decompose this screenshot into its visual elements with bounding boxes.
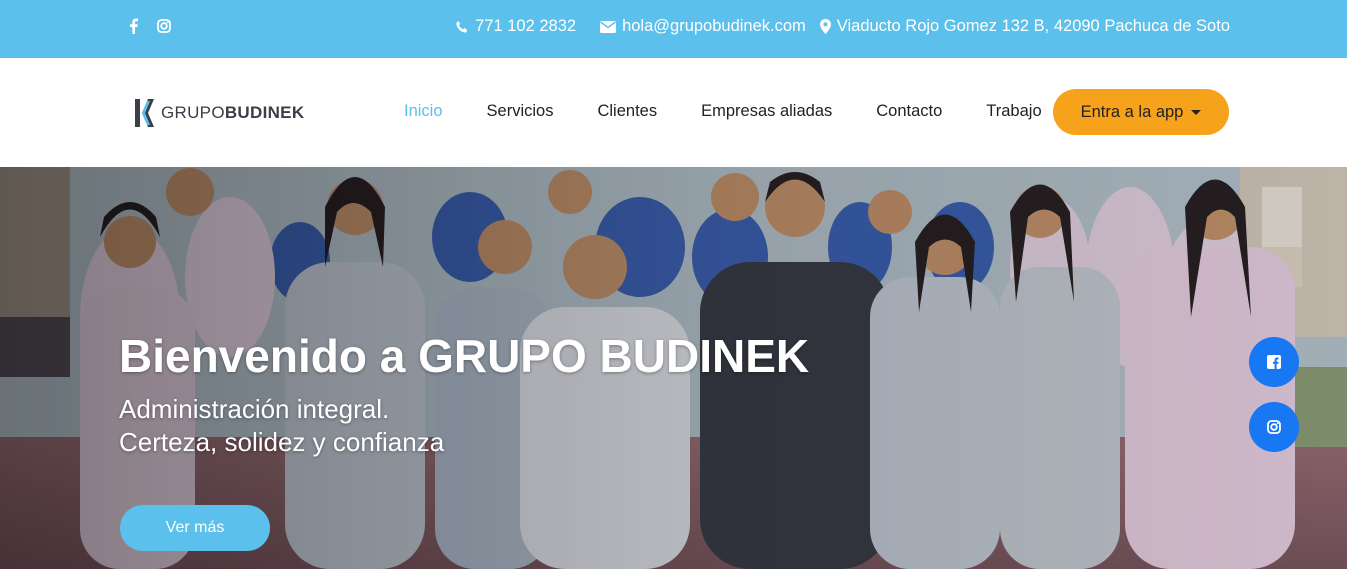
floating-facebook-button[interactable]	[1249, 337, 1299, 387]
ver-mas-button[interactable]: Ver más	[120, 505, 270, 551]
app-login-dropdown-button[interactable]: Entra a la app	[1053, 89, 1229, 135]
hero-title: Bienvenido a GRUPO BUDINEK	[119, 330, 810, 382]
nav-item-servicios[interactable]: Servicios	[487, 102, 554, 121]
phone-number[interactable]: 771 102 2832	[475, 17, 576, 36]
nav-item-inicio[interactable]: Inicio	[404, 102, 443, 121]
email-address[interactable]: hola@grupobudinek.com	[622, 17, 806, 36]
envelope-icon	[600, 20, 617, 33]
app-button-label: Entra a la app	[1080, 102, 1184, 121]
contact-info: 771 102 2832 hola@grupobudinek.com Viadu…	[455, 17, 1230, 36]
facebook-icon[interactable]	[126, 18, 140, 34]
budinek-k-logo-icon	[135, 99, 154, 127]
hero-subtitle-line-2: Certeza, solidez y confianza	[119, 427, 445, 457]
facebook-square-icon	[1267, 355, 1281, 369]
nav-item-empresas-aliadas[interactable]: Empresas aliadas	[701, 102, 832, 121]
brand-name: GRUPOBUDINEK	[161, 103, 305, 122]
floating-instagram-button[interactable]	[1249, 402, 1299, 452]
nav-item-clientes[interactable]: Clientes	[597, 102, 657, 121]
address: Viaducto Rojo Gomez 132 B, 42090 Pachuca…	[836, 17, 1230, 35]
brand-logo[interactable]: GRUPOBUDINEK	[133, 98, 304, 128]
hero-banner: Bienvenido a GRUPO BUDINEK Administració…	[0, 167, 1347, 569]
nav-item-contacto[interactable]: Contacto	[876, 102, 942, 121]
instagram-icon	[1267, 420, 1281, 434]
nav-item-trabajo[interactable]: Trabajo	[986, 102, 1041, 121]
hero-subtitle: Administración integral. Certeza, solide…	[119, 393, 444, 459]
hero-subtitle-line-1: Administración integral.	[119, 394, 390, 424]
map-marker-icon	[819, 19, 831, 34]
instagram-icon[interactable]	[157, 18, 171, 34]
top-social-links	[126, 18, 171, 34]
main-navbar: GRUPOBUDINEK Inicio Servicios Clientes E…	[0, 58, 1347, 167]
top-contact-bar: 771 102 2832 hola@grupobudinek.com Viadu…	[0, 0, 1347, 58]
phone-icon	[455, 20, 469, 34]
caret-down-icon	[1191, 109, 1202, 115]
nav-menu: Inicio Servicios Clientes Empresas aliad…	[404, 102, 1086, 121]
